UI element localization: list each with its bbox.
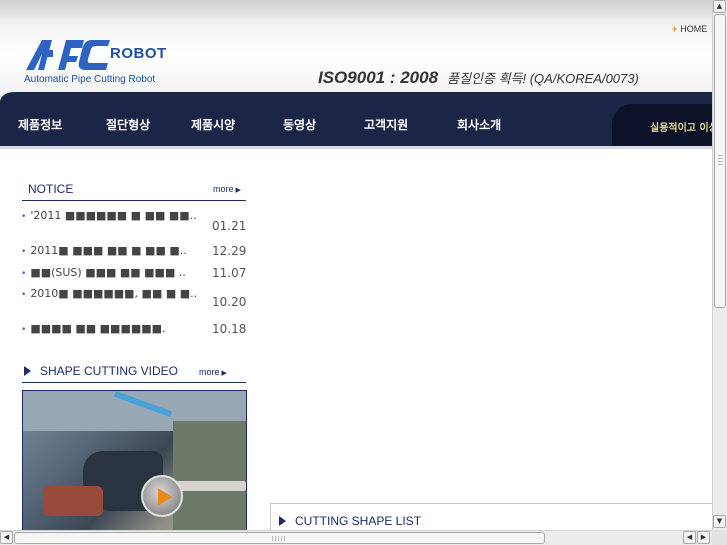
notice-item-text[interactable]: 2011■ ■■■ ■■ ■ ■■ ■.. [14,244,199,259]
site-header: ROBOT Automatic Pipe Cutting Robot + HOME… [0,0,712,103]
video-title-line [22,382,246,383]
notice-item-date: 01.21 [212,219,247,233]
site-logo[interactable]: ROBOT Automatic Pipe Cutting Robot [22,36,166,88]
marquee-text: 실용적이고 이상 [650,123,712,134]
home-link[interactable]: + HOME [672,24,707,34]
horizontal-scrollbar[interactable]: ◀ ◀ ▶ [0,530,712,545]
notice-more-link[interactable]: more [213,184,241,194]
notice-item[interactable]: 2011■ ■■■ ■■ ■ ■■ ■.. 12.29 [14,244,248,260]
notice-item-text[interactable]: '2011 ■■■■■■ ■ ■■ ■■.. [14,209,199,224]
nav-item-company[interactable]: 회사소개 [457,116,501,133]
notice-item-date: 10.20 [212,295,247,309]
video-bg-right [173,421,246,530]
video-section-title: SHAPE CUTTING VIDEO [40,364,179,378]
notice-item[interactable]: '2011 ■■■■■■ ■ ■■ ■■.. 01.21 [14,209,248,237]
vertical-scrollbar[interactable]: ▲ ▼ [712,0,727,530]
grip-icon [718,155,723,167]
main-navigation: 제품정보 절단형상 제품시양 동영상 고객지원 회사소개 실용적이고 이상 [0,104,712,146]
horizontal-scroll-thumb[interactable] [14,532,545,544]
video-more-link[interactable]: more [199,367,227,377]
notice-item-text[interactable]: ■■■■ ■■ ■■■■■■. [14,322,199,337]
notice-item[interactable]: ■■■■ ■■ ■■■■■■. 10.18 [14,322,248,338]
notice-title: NOTICE [28,182,74,196]
scroll-right-icon[interactable]: ▶ [697,531,710,544]
video-robot-base [43,486,103,516]
nav-item-product-spec[interactable]: 제품시양 [191,116,235,133]
cutting-shape-list-title: CUTTING SHAPE LIST [295,514,422,528]
scroll-left-icon[interactable]: ◀ [0,531,13,544]
apc-logo-icon [26,40,110,70]
notice-item-date: 11.07 [212,266,247,280]
nav-item-videos[interactable]: 동영상 [283,116,316,133]
nav-divider [0,146,712,149]
triangle-right-icon [279,516,286,526]
notice-item-text[interactable]: ■■(SUS) ■■■ ■■ ■■■ .. [14,266,199,281]
plus-icon: + [672,24,678,34]
scroll-left-icon[interactable]: ◀ [683,531,696,544]
notice-item-date: 12.29 [212,244,247,258]
video-thumbnail[interactable] [22,390,247,530]
notice-title-line [22,200,246,201]
scrollbar-corner [712,530,727,545]
logo-robot-text: ROBOT [110,45,167,62]
header-top-band [0,0,712,18]
cutting-shape-list-panel: CUTTING SHAPE LIST [270,503,712,530]
play-icon[interactable] [141,475,183,517]
iso-main-text: ISO9001 : 2008 [318,68,439,87]
notice-item-text[interactable]: 2010■ ■■■■■■, ■■ ■ ■.. [14,287,199,302]
home-label: HOME [680,24,708,34]
iso-certification-banner: ISO9001 : 2008 품질인증 획득! (QA/KOREA/0073) [318,68,639,88]
scroll-down-icon[interactable]: ▼ [713,515,726,528]
notice-item[interactable]: 2010■ ■■■■■■, ■■ ■ ■.. 10.20 [14,287,248,315]
vertical-scroll-thumb[interactable] [714,14,726,308]
page-viewport: ROBOT Automatic Pipe Cutting Robot + HOME… [0,0,712,530]
notice-item-date: 10.18 [212,322,247,336]
scroll-up-icon[interactable]: ▲ [713,0,726,13]
nav-item-product-info[interactable]: 제품정보 [18,116,62,133]
iso-sub-text: 품질인증 획득! (QA/KOREA/0073) [447,71,639,86]
nav-item-cutting-shape[interactable]: 절단형상 [106,116,150,133]
notice-item[interactable]: ■■(SUS) ■■■ ■■ ■■■ .. 11.07 [14,266,248,282]
grip-icon [272,536,286,541]
nav-marquee: 실용적이고 이상 [612,104,712,146]
triangle-right-icon [24,366,31,376]
logo-tagline: Automatic Pipe Cutting Robot [24,74,156,85]
nav-item-customer-support[interactable]: 고객지원 [364,116,408,133]
